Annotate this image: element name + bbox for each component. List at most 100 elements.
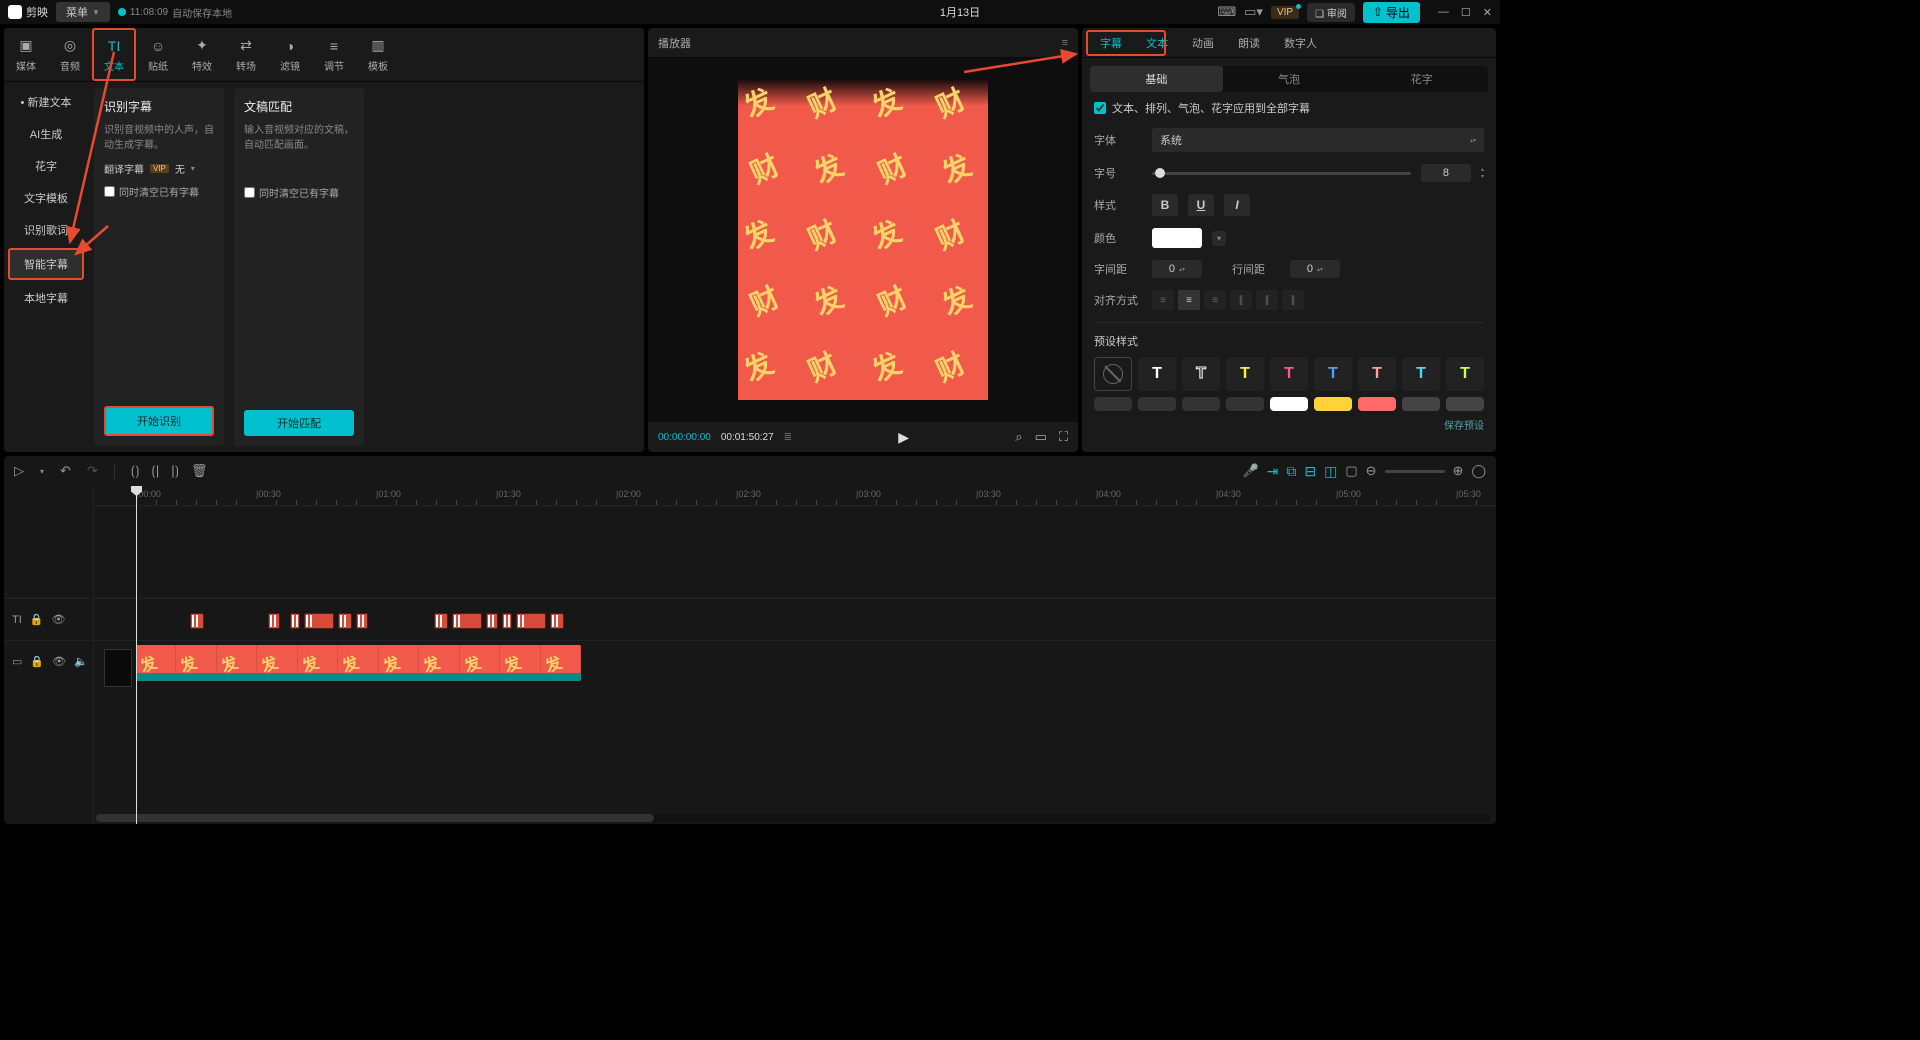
zoom-fit-icon[interactable]: ◯ (1471, 463, 1486, 479)
bold-button[interactable]: B (1152, 194, 1178, 216)
italic-button[interactable]: I (1224, 194, 1250, 216)
translate-row[interactable]: 翻译字幕 VIP 无 ▾ (104, 161, 214, 176)
vip-badge[interactable]: VIP (1271, 6, 1299, 19)
text-track-header[interactable]: TI 🔒 👁 (4, 598, 93, 640)
toolbar-调节[interactable]: ≡调节 (312, 28, 356, 81)
zoom-in-icon[interactable]: ⊕ (1453, 463, 1464, 479)
maximize-icon[interactable]: ☐ (1461, 6, 1471, 19)
clear-existing-checkbox[interactable]: 同时清空已有字幕 (244, 185, 354, 200)
subtitle-clip[interactable] (486, 613, 498, 629)
select-tool-icon[interactable]: ▷ (14, 463, 24, 479)
ratio-icon[interactable]: ▭ (1035, 429, 1047, 445)
tab-动画[interactable]: 动画 (1180, 28, 1226, 57)
eye-icon[interactable]: 👁 (52, 655, 66, 668)
slider-thumb[interactable] (1155, 168, 1165, 178)
subtitle-clip[interactable] (516, 613, 546, 629)
letter-spacing-input[interactable]: 0▴▾ (1152, 260, 1202, 278)
preset-item[interactable]: T (1358, 357, 1396, 391)
play-button[interactable]: ▶ (898, 429, 909, 446)
scrollbar-thumb[interactable] (96, 814, 654, 822)
preset-item[interactable] (1182, 397, 1220, 411)
subtitle-clip[interactable] (190, 613, 204, 629)
subtab-基础[interactable]: 基础 (1090, 66, 1223, 92)
close-icon[interactable]: ✕ (1483, 6, 1492, 19)
preset-item[interactable] (1270, 397, 1308, 411)
subtab-气泡[interactable]: 气泡 (1223, 66, 1356, 92)
align-left-button[interactable]: ≡ (1152, 290, 1174, 310)
sidebar-item-识别歌词[interactable]: 识别歌词 (8, 216, 84, 244)
minimize-icon[interactable]: — (1438, 6, 1449, 19)
preset-item[interactable] (1402, 397, 1440, 411)
player-menu-icon[interactable]: ≡ (1062, 37, 1068, 49)
align-v2-button[interactable]: ∥ (1256, 290, 1278, 310)
monitor-icon[interactable]: ▢ (1345, 463, 1357, 479)
toolbar-文本[interactable]: TI文本 (92, 28, 136, 81)
subtitle-clip[interactable] (356, 613, 368, 629)
checkbox-input[interactable] (244, 187, 255, 198)
start-recognize-button[interactable]: 开始识别 (104, 406, 214, 436)
eye-icon[interactable]: 👁 (51, 613, 65, 626)
tab-数字人[interactable]: 数字人 (1272, 28, 1329, 57)
split-right-icon[interactable]: |⟯ (171, 463, 179, 479)
apply-all-checkbox[interactable]: 文本、排列、气泡、花字应用到全部字幕 (1094, 100, 1484, 116)
menu-button[interactable]: 菜单 ▼ (56, 2, 110, 22)
toolbar-滤镜[interactable]: ◑滤镜 (268, 28, 312, 81)
lock-icon[interactable]: 🔒 (30, 655, 44, 668)
sidebar-item-文字模板[interactable]: 文字模板 (8, 184, 84, 212)
preset-none[interactable] (1094, 357, 1132, 391)
mute-icon[interactable]: 🔈 (74, 655, 88, 668)
video-track[interactable]: 封面 QQ视频20221215154824.mp4 00:01:50:27 (94, 640, 1496, 696)
color-swatch[interactable] (1152, 228, 1202, 248)
preset-item[interactable]: T (1226, 357, 1264, 391)
subtitle-clip[interactable] (304, 613, 334, 629)
preset-item[interactable] (1226, 397, 1264, 411)
color-dropdown-icon[interactable]: ▾ (1212, 231, 1226, 246)
subtitle-clip[interactable] (434, 613, 448, 629)
size-stepper[interactable]: ▴▾ (1481, 166, 1484, 180)
video-clip[interactable]: QQ视频20221215154824.mp4 00:01:50:27 (136, 645, 581, 681)
line-spacing-input[interactable]: 0▴▾ (1290, 260, 1340, 278)
player-canvas-area[interactable]: 发财发财财发财发发财发财财发财发发财发财 (648, 58, 1078, 422)
preset-item[interactable]: T (1270, 357, 1308, 391)
toolbar-音频[interactable]: ◎音频 (48, 28, 92, 81)
time-ruler[interactable]: |00:00|00:30|01:00|01:30|02:00|02:30|03:… (94, 486, 1496, 506)
preset-item[interactable]: T (1446, 357, 1484, 391)
subtitle-clip[interactable] (502, 613, 512, 629)
sidebar-item-AI生成[interactable]: AI生成 (8, 120, 84, 148)
subtitle-clip[interactable] (290, 613, 300, 629)
fullscreen-icon[interactable]: ⛶ (1059, 429, 1068, 445)
redo-icon[interactable]: ↷ (87, 463, 98, 479)
subtab-花字[interactable]: 花字 (1355, 66, 1488, 92)
preset-item[interactable] (1314, 397, 1352, 411)
sidebar-item-新建文本[interactable]: • 新建文本 (8, 88, 84, 116)
size-input[interactable]: 8 (1421, 164, 1471, 182)
checkbox-input[interactable] (1094, 102, 1106, 114)
keyboard-icon[interactable]: ⌨ (1217, 4, 1236, 20)
review-button[interactable]: ❏ 审阅 (1307, 3, 1355, 22)
preset-item[interactable] (1094, 397, 1132, 411)
sidebar-item-本地字幕[interactable]: 本地字幕 (8, 284, 84, 312)
preset-item[interactable]: T (1314, 357, 1352, 391)
link-icon[interactable]: ⊟ (1304, 463, 1316, 480)
underline-button[interactable]: U (1188, 194, 1214, 216)
subtitle-track[interactable] (94, 598, 1496, 640)
tab-朗读[interactable]: 朗读 (1226, 28, 1272, 57)
zoom-slider[interactable] (1385, 470, 1445, 473)
sidebar-item-智能字幕[interactable]: 智能字幕 (8, 248, 84, 280)
preset-item[interactable]: T (1402, 357, 1440, 391)
size-slider[interactable] (1152, 172, 1411, 175)
timeline-scrollbar[interactable] (96, 814, 1490, 822)
split-icon[interactable]: ⟮⟯ (131, 463, 140, 479)
toolbar-特效[interactable]: ✦特效 (180, 28, 224, 81)
align-v3-button[interactable]: ∥ (1282, 290, 1304, 310)
preview-icon[interactable]: ◫ (1324, 463, 1337, 480)
undo-icon[interactable]: ↶ (60, 463, 71, 479)
font-select[interactable]: 系统 ▴▾ (1152, 128, 1484, 152)
sidebar-item-花字[interactable]: 花字 (8, 152, 84, 180)
subtitle-clip[interactable] (452, 613, 482, 629)
toolbar-媒体[interactable]: ▣媒体 (4, 28, 48, 81)
subtitle-clip[interactable] (550, 613, 564, 629)
tab-字幕[interactable]: 字幕 (1088, 28, 1134, 57)
preset-item[interactable] (1358, 397, 1396, 411)
split-left-icon[interactable]: ⟮| (152, 463, 160, 479)
